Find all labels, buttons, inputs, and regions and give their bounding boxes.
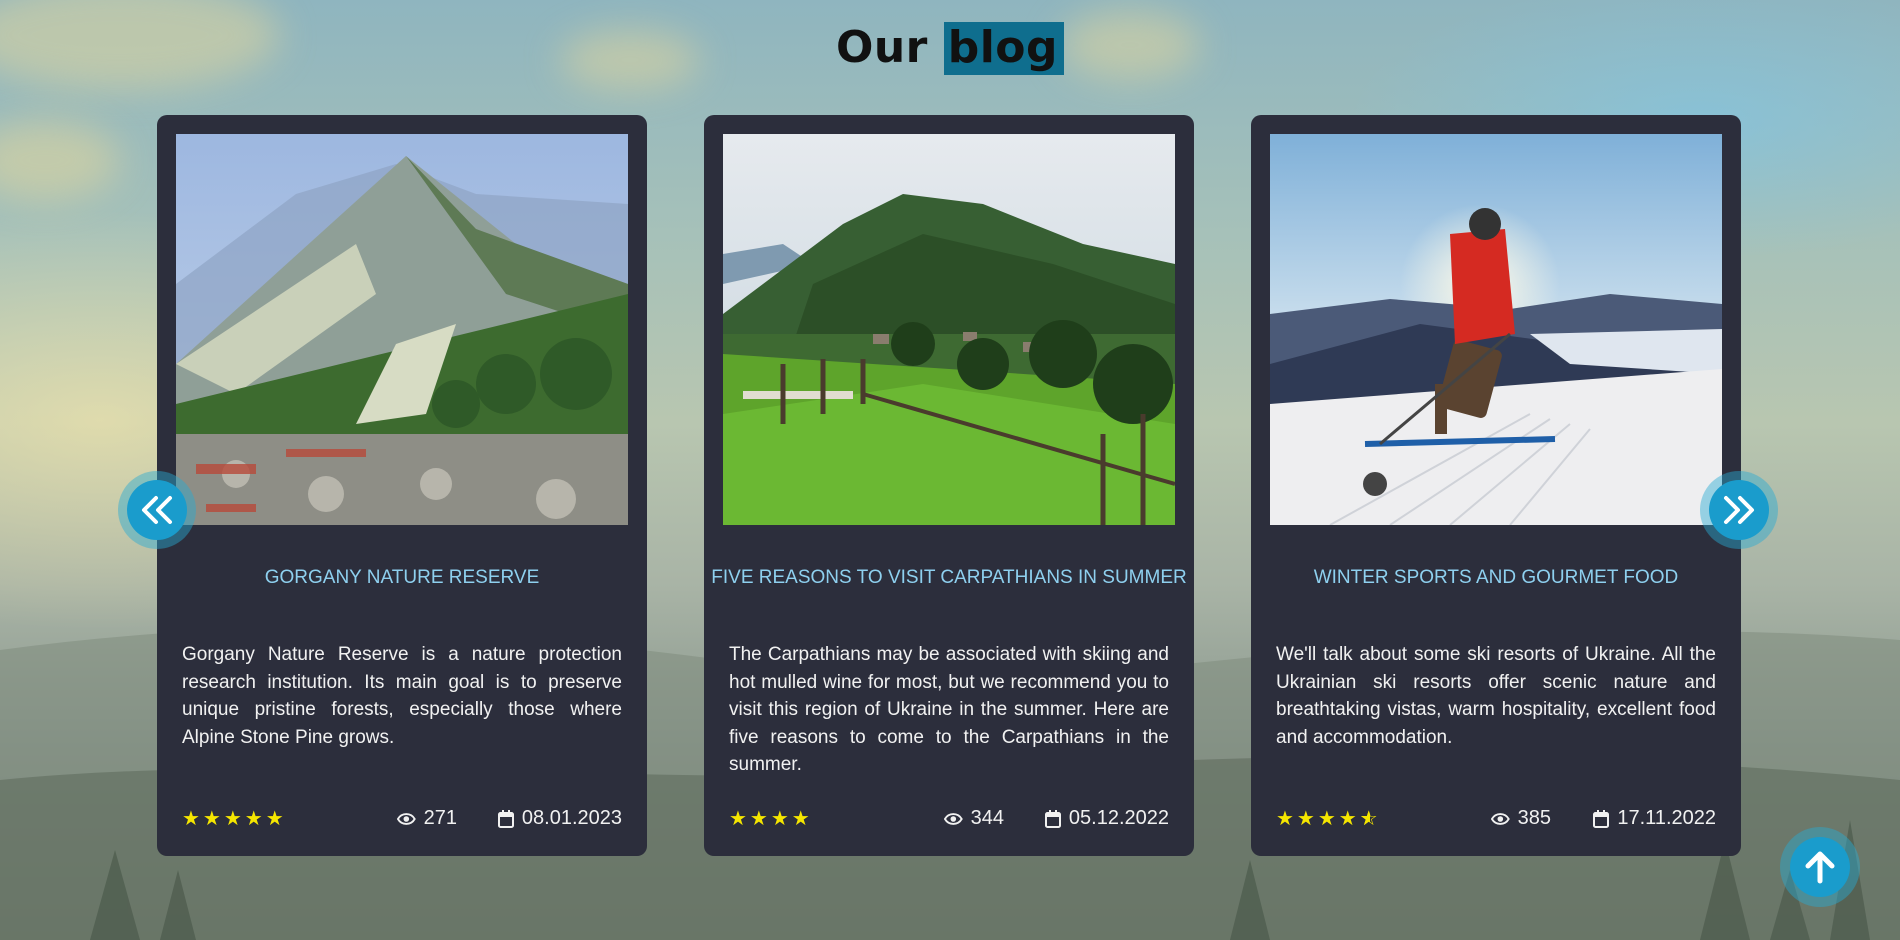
rating-stars-full: ★★★★ [1276,806,1360,830]
views-count: 385 [1517,807,1551,829]
post-excerpt: The Carpathians may be associated with s… [729,644,1169,775]
eye-icon [397,812,416,825]
post-date: 05.12.2022 [1044,807,1169,830]
page-title: Our blog [0,22,1900,75]
post-date: 08.01.2023 [497,807,622,830]
page-title-prefix: Our [835,22,928,73]
page-title-highlight: blog [943,22,1065,75]
post-excerpt: We'll talk about some ski resorts of Ukr… [1276,644,1716,748]
scroll-to-top-button[interactable] [1780,827,1860,907]
post-date: 17.11.2022 [1593,807,1716,830]
post-title[interactable]: GORGANY NATURE RESERVE [157,567,647,589]
date-text: 17.11.2022 [1617,807,1716,829]
calendar-icon [1593,809,1610,828]
calendar-icon [497,809,514,828]
rating-stars: ★★★★☆★ [1276,806,1381,830]
views-count: 271 [423,807,457,829]
post-image[interactable] [723,134,1175,525]
views-count: 344 [970,807,1004,829]
post-title[interactable]: WINTER SPORTS AND GOURMET FOOD [1251,567,1741,589]
eye-icon [944,812,963,825]
blog-card[interactable]: WINTER SPORTS AND GOURMET FOOD We'll tal… [1251,115,1741,856]
double-chevron-left-icon [142,496,172,524]
double-chevron-right-icon [1724,496,1754,524]
rating-stars: ★★★★★ [182,806,287,830]
carousel-prev-button[interactable] [118,471,196,549]
date-text: 05.12.2022 [1068,807,1169,829]
blog-card[interactable]: FIVE REASONS TO VISIT CARPATHIANS IN SUM… [704,115,1194,856]
views-counter: 344 [944,807,1004,830]
blog-card[interactable]: GORGANY NATURE RESERVE Gorgany Nature Re… [157,115,647,856]
arrow-up-icon [1805,851,1835,884]
half-star-icon: ☆★ [1359,806,1381,830]
views-counter: 271 [397,807,457,830]
views-counter: 385 [1491,807,1551,830]
post-image[interactable] [1270,134,1722,525]
carousel-next-button[interactable] [1700,471,1778,549]
eye-icon [1491,812,1510,825]
date-text: 08.01.2023 [521,807,622,829]
calendar-icon [1044,809,1061,828]
post-title[interactable]: FIVE REASONS TO VISIT CARPATHIANS IN SUM… [704,567,1194,589]
post-image[interactable] [176,134,628,525]
rating-stars: ★★★★ [729,806,813,830]
post-excerpt: Gorgany Nature Reserve is a nature prote… [182,644,622,748]
